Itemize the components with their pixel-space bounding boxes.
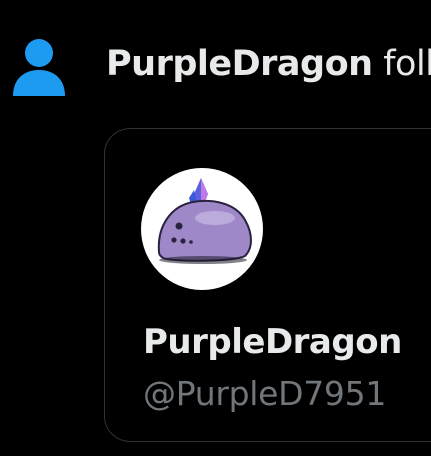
person-icon <box>12 38 66 96</box>
user-display-name[interactable]: PurpleDragon <box>143 320 402 364</box>
notification-text: PurpleDragon foll <box>106 42 431 86</box>
user-handle: @PurpleD7951 <box>143 374 387 413</box>
notification-item[interactable]: PurpleDragon foll PurpleDragon @PurpleD7… <box>0 0 431 456</box>
avatar[interactable] <box>141 168 263 290</box>
purple-blob-avatar-icon <box>157 178 252 264</box>
notification-action-text: foll <box>372 44 431 84</box>
notification-actor-name[interactable]: PurpleDragon <box>106 44 373 84</box>
